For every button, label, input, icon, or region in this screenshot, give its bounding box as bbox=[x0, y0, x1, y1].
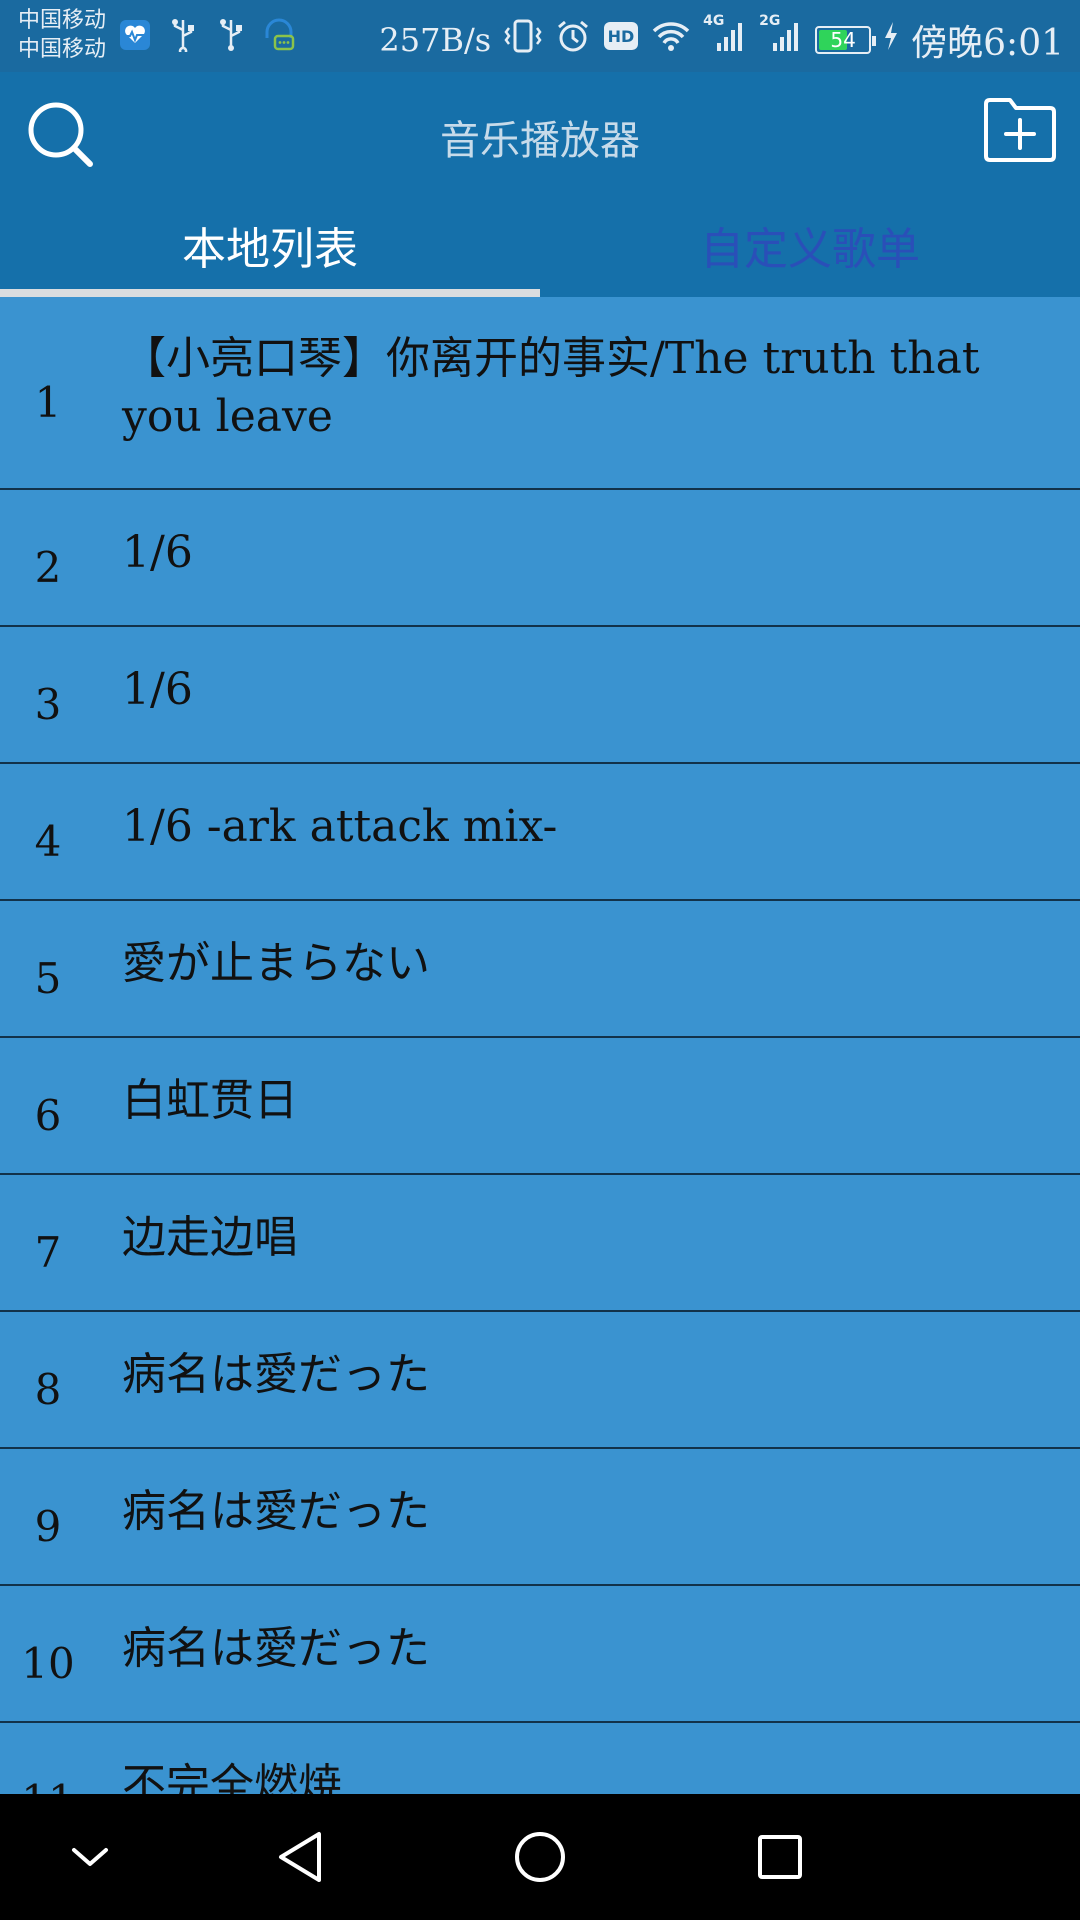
list-item[interactable]: 10 病名は愛だった bbox=[0, 1586, 1080, 1723]
add-folder-button[interactable] bbox=[982, 96, 1058, 164]
home-icon bbox=[515, 1832, 565, 1882]
song-number: 6 bbox=[34, 1091, 62, 1140]
song-number: 11 bbox=[0, 1756, 96, 1794]
song-title: 【小亮口琴】你离开的事实/The truth that you leave bbox=[122, 332, 980, 442]
song-list[interactable]: 1 【小亮口琴】你离开的事实/The truth that you leave … bbox=[0, 297, 1080, 1794]
battery-level: 54 bbox=[830, 28, 856, 52]
carrier-1: 中国移动 bbox=[18, 8, 107, 33]
song-number: 10 bbox=[21, 1639, 75, 1688]
app-title: 音乐播放器 bbox=[440, 118, 640, 164]
back-icon bbox=[279, 1832, 321, 1882]
song-title: 1/6 bbox=[122, 526, 193, 578]
song-title: 愛が止まらない bbox=[122, 937, 430, 989]
home-button[interactable] bbox=[505, 1822, 575, 1892]
network-type-1: 4G bbox=[703, 12, 725, 29]
folder-add-icon bbox=[984, 98, 1056, 162]
svg-text:HD: HD bbox=[608, 27, 635, 46]
hd-icon: HD bbox=[603, 20, 639, 60]
recents-icon bbox=[758, 1835, 802, 1879]
signal-icon: 4G bbox=[703, 13, 747, 62]
song-title: 1/6 -ark attack mix- bbox=[122, 800, 558, 852]
list-item[interactable]: 4 1/6 -ark attack mix- bbox=[0, 764, 1080, 901]
list-item[interactable]: 11 不完全燃焼 bbox=[0, 1723, 1080, 1795]
song-number: 4 bbox=[34, 817, 62, 866]
list-item[interactable]: 3 1/6 bbox=[0, 627, 1080, 764]
song-number: 3 bbox=[34, 680, 62, 729]
clock: 傍晚6:01 bbox=[911, 23, 1064, 64]
song-number: 7 bbox=[34, 1228, 62, 1277]
song-number: 8 bbox=[34, 1365, 62, 1414]
charging-icon bbox=[883, 20, 899, 60]
battery-icon: 54 bbox=[815, 26, 877, 54]
list-item[interactable]: 1 【小亮口琴】你离开的事实/The truth that you leave bbox=[0, 297, 1080, 490]
song-title: 病名は愛だった bbox=[122, 1348, 430, 1400]
song-title: 边走边唱 bbox=[122, 1211, 298, 1263]
song-title: 病名は愛だった bbox=[122, 1485, 430, 1537]
tab-bar: 本地列表 自定义歌单 bbox=[0, 192, 1080, 297]
back-button[interactable] bbox=[265, 1822, 335, 1892]
usb-icon bbox=[214, 18, 248, 52]
carrier-2: 中国移动 bbox=[18, 37, 107, 62]
list-item[interactable]: 5 愛が止まらない bbox=[0, 901, 1080, 1038]
list-item[interactable]: 9 病名は愛だった bbox=[0, 1449, 1080, 1586]
song-title: 白虹贯日 bbox=[122, 1074, 298, 1126]
vibrate-icon bbox=[503, 18, 543, 63]
wifi-icon bbox=[651, 20, 691, 61]
app-bar: 音乐播放器 本地列表 自定义歌单 bbox=[0, 72, 1080, 297]
song-number: 5 bbox=[34, 954, 62, 1003]
song-number: 1 bbox=[34, 378, 62, 427]
chevron-down-icon bbox=[72, 1848, 108, 1866]
carrier-info: 中国移动 中国移动 bbox=[18, 6, 106, 64]
status-bar: 中国移动 中国移动 257B/s HD 4G 2G 54 傍晚6:01 bbox=[0, 0, 1080, 72]
list-item[interactable]: 6 白虹贯日 bbox=[0, 1038, 1080, 1175]
recents-button[interactable] bbox=[745, 1822, 815, 1892]
song-number: 2 bbox=[34, 543, 62, 592]
network-type-2: 2G bbox=[759, 12, 781, 29]
alarm-icon bbox=[555, 18, 591, 63]
tab-indicator bbox=[0, 289, 540, 297]
headset-message-icon bbox=[262, 18, 296, 52]
signal-icon: 2G bbox=[759, 13, 803, 62]
song-title: 不完全燃焼 bbox=[122, 1759, 342, 1795]
collapse-nav-button[interactable] bbox=[55, 1822, 125, 1892]
navigation-bar bbox=[0, 1794, 1080, 1920]
health-icon bbox=[118, 18, 152, 52]
usb-icon bbox=[166, 18, 200, 52]
song-number: 9 bbox=[34, 1502, 62, 1551]
net-speed: 257B/s bbox=[379, 21, 492, 59]
list-item[interactable]: 2 1/6 bbox=[0, 490, 1080, 627]
tab-local-list[interactable]: 本地列表 bbox=[0, 192, 540, 297]
tab-custom-playlist[interactable]: 自定义歌单 bbox=[540, 192, 1080, 297]
song-title: 1/6 bbox=[122, 663, 193, 715]
list-item[interactable]: 7 边走边唱 bbox=[0, 1175, 1080, 1312]
list-item[interactable]: 8 病名は愛だった bbox=[0, 1312, 1080, 1449]
song-title: 病名は愛だった bbox=[122, 1622, 430, 1674]
